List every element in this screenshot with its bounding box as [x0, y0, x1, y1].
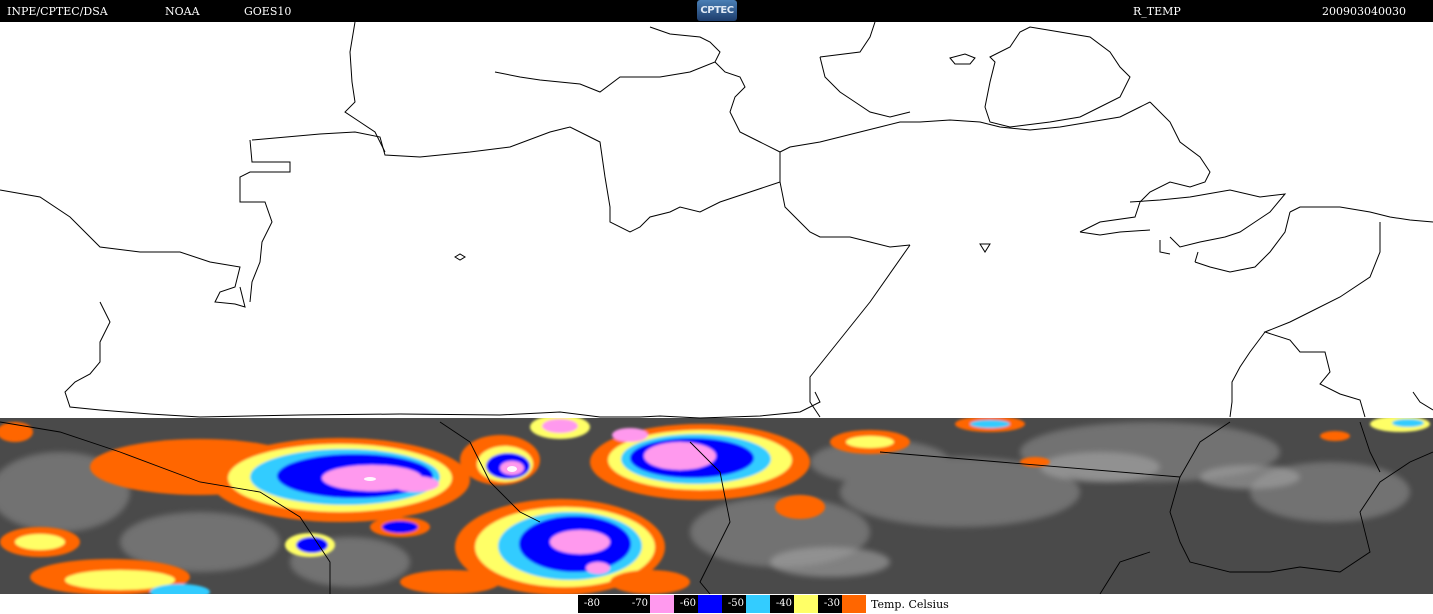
legend-swatch	[698, 595, 722, 613]
legend-swatch	[650, 595, 674, 613]
logo-text: CPTEC	[700, 5, 734, 16]
satellite-label: GOES10	[244, 5, 292, 18]
legend-item: -70	[626, 595, 674, 613]
header-bar: INPE/CPTEC/DSA NOAA GOES10 CPTEC R_TEMP …	[0, 0, 1433, 22]
legend-label: -60	[674, 595, 698, 613]
timestamp-label: 200903040030	[1322, 5, 1406, 18]
legend-item: -40	[770, 595, 818, 613]
satellite-imagery	[0, 418, 1433, 594]
cptec-logo: CPTEC	[697, 0, 737, 21]
satellite-map	[0, 22, 1433, 594]
legend-label: -30	[818, 595, 842, 613]
product-label: R_TEMP	[1133, 5, 1181, 18]
temperature-legend: -80 -70 -60 -50 -40 -30 Temp. Celsius	[578, 595, 949, 613]
legend-swatch	[794, 595, 818, 613]
legend-label: -70	[626, 595, 650, 613]
legend-label: -80	[578, 595, 602, 613]
legend-swatch	[842, 595, 866, 613]
agency-label: INPE/CPTEC/DSA	[7, 5, 108, 18]
country-borders	[0, 22, 1433, 419]
legend-title: Temp. Celsius	[871, 597, 949, 611]
legend-item: -80	[578, 595, 626, 613]
legend-item: -50	[722, 595, 770, 613]
legend-item: -60	[674, 595, 722, 613]
legend-swatch	[746, 595, 770, 613]
legend-label: -40	[770, 595, 794, 613]
legend-label: -50	[722, 595, 746, 613]
provider-label: NOAA	[165, 5, 200, 18]
legend-swatch	[602, 595, 626, 613]
legend-item: -30	[818, 595, 866, 613]
